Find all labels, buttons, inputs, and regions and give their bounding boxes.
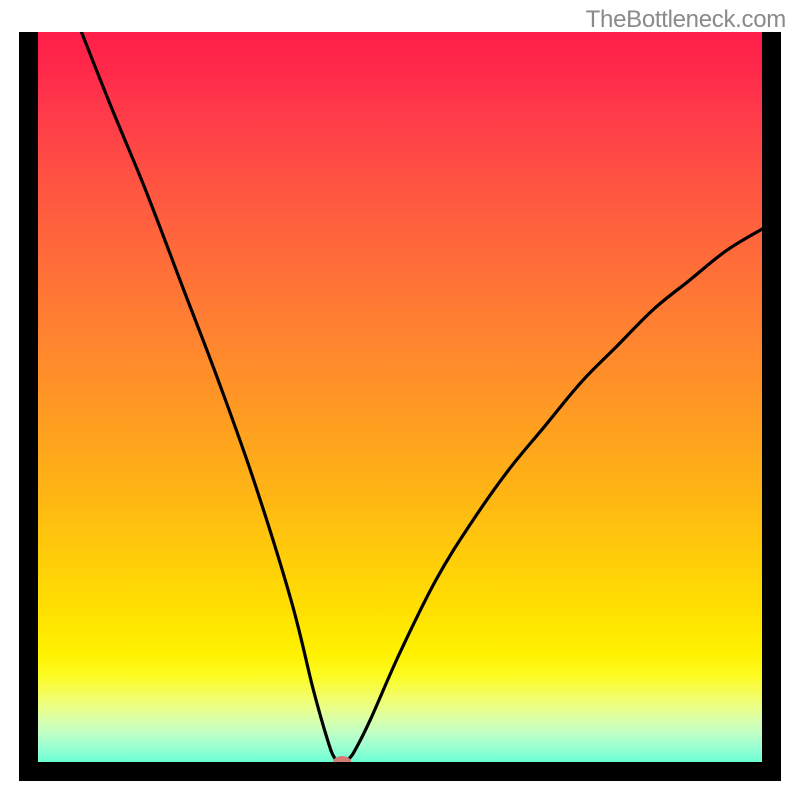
chart-frame xyxy=(19,32,781,781)
chart-container: TheBottleneck.com xyxy=(0,0,800,800)
curve-layer xyxy=(19,32,781,781)
bottleneck-curve xyxy=(81,32,762,762)
frame-border-right xyxy=(762,32,781,781)
frame-border-left xyxy=(19,32,38,781)
watermark-text: TheBottleneck.com xyxy=(586,6,786,34)
frame-border-bottom xyxy=(19,762,781,781)
